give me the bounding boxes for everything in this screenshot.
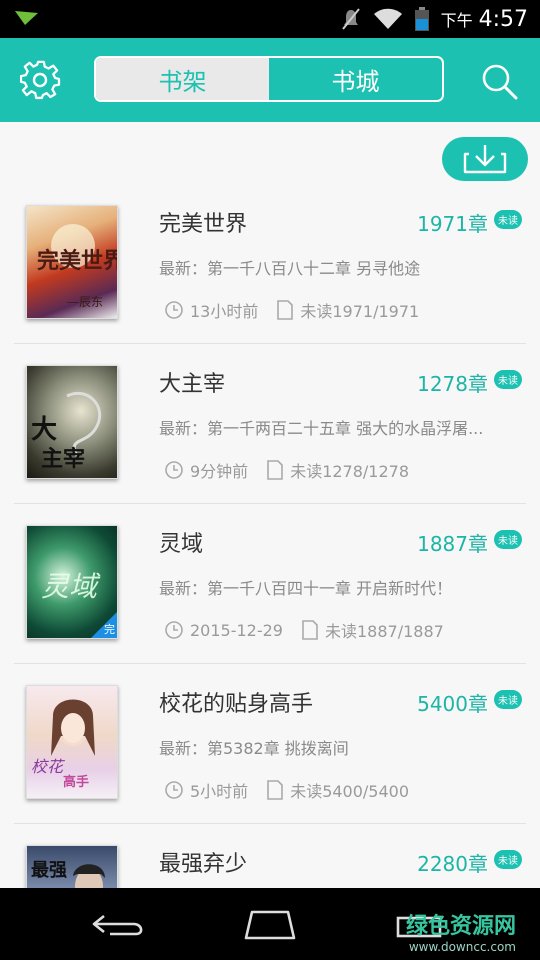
read-progress: 未读1278/1278 [290,462,410,481]
search-icon [482,64,518,100]
status-bar: 下午 4:57 [0,0,540,38]
update-time-text: 13小时前 [190,302,259,321]
clock-icon [165,461,183,479]
wifi-icon [373,8,402,29]
clock-icon [165,301,183,319]
book-cover[interactable]: 大 主宰 [26,365,118,479]
book-item[interactable]: 最强 最强弃少 2280章 未读 [14,824,526,888]
page-icon [267,780,283,800]
book-cover[interactable]: 完美世界 —辰东 [26,205,118,319]
search-button[interactable] [478,60,520,102]
svg-text:高手: 高手 [63,774,89,790]
book-cover[interactable]: 灵域 完 [26,525,118,639]
cover-art: 最强 [31,860,105,888]
book-item[interactable]: 灵域 完 灵域 1887章 未读 最新：第一千八百四十一章 开启新时代！ 201… [14,504,526,664]
svg-text:主宰: 主宰 [41,446,85,472]
book-item[interactable]: 校花 高手 校花的贴身高手 5400章 未读 最新：第5382章 挑拨离间 5小… [14,664,526,824]
svg-text:灵域: 灵域 [41,570,101,603]
download-button[interactable] [442,137,528,181]
book-cover[interactable]: 校花 高手 [26,685,118,799]
update-time-text: 5小时前 [190,782,249,801]
system-nav-bar: 绿色资源网 www.downcc.com [0,888,540,960]
unread-badge: 未读 [494,530,522,549]
book-list: 完美世界 —辰东 完美世界 1971章 未读 最新：第一千八百八十二章 另寻他途… [0,184,540,888]
chapter-count: 2280章 [417,852,488,876]
svg-text:完美世界: 完美世界 [37,248,118,274]
unread-badge: 未读 [494,850,522,869]
read-progress: 未读5400/5400 [290,782,410,801]
page-icon [302,620,318,640]
svg-text:校花: 校花 [31,757,66,776]
back-button[interactable] [92,910,146,942]
tab-bookstore[interactable]: 书城 [269,58,442,100]
book-item[interactable]: 大 主宰 大主宰 1278章 未读 最新：第一千两百二十五章 强大的水晶浮屠..… [14,344,526,504]
status-ampm: 下午 [440,11,473,30]
svg-text:—辰东: —辰东 [67,295,103,309]
tab-bookshelf[interactable]: 书架 [96,58,269,100]
notification-icon [15,11,38,25]
bookshelf-content: 完美世界 —辰东 完美世界 1971章 未读 最新：第一千八百八十二章 另寻他途… [0,122,540,888]
page-icon [277,300,294,320]
battery-icon [414,7,429,31]
cover-art: 完美世界 —辰东 [37,224,118,309]
mute-icon [341,8,360,30]
chapter-count: 1278章 [417,372,488,396]
update-time-text: 2015-12-29 [190,620,283,640]
update-time: 9分钟前 未读1278/1278 [164,458,409,482]
svg-text:大: 大 [31,415,57,445]
segmented-tabs: 书架 书城 [94,56,444,102]
latest-chapter: 最新：第一千两百二十五章 强大的水晶浮屠... [159,419,484,438]
clock-icon [165,781,183,799]
unread-badge: 未读 [494,690,522,709]
latest-chapter: 最新：第一千八百八十二章 另寻他途 [159,259,421,278]
download-icon [463,145,507,174]
watermark: 绿色资源网 www.downcc.com [406,908,516,954]
unread-badge: 未读 [494,370,522,389]
book-title: 大主宰 [159,372,226,397]
unread-badge: 未读 [494,210,522,229]
update-time: 2015-12-29 未读1887/1887 [164,618,444,642]
gear-icon [19,60,61,100]
page-icon [267,460,283,480]
home-icon [244,910,296,940]
cover-art: 大 主宰 [31,391,102,472]
status-right: 下午 4:57 [341,0,528,38]
app-header: 书架 书城 [0,38,540,122]
back-icon [92,914,143,936]
book-title: 校花的贴身高手 [159,692,314,717]
read-progress: 未读1887/1887 [324,622,444,641]
book-cover[interactable]: 最强 [26,845,118,888]
clock-icon [165,621,183,639]
book-title: 最强弃少 [159,852,248,877]
status-time: 4:57 [478,6,528,32]
cover-art: 校花 高手 [31,699,95,790]
chapter-count: 1971章 [417,212,488,236]
home-button[interactable] [240,908,300,944]
chapter-count: 1887章 [417,532,488,556]
latest-chapter: 最新：第一千八百四十一章 开启新时代！ [159,579,453,598]
watermark-main: 绿色资源网 [405,914,516,939]
update-time-text: 9分钟前 [190,462,249,481]
completed-label: 完 [104,623,115,636]
book-title: 灵域 [159,532,204,557]
watermark-sub: www.downcc.com [408,940,516,954]
chapter-count: 5400章 [417,692,488,716]
svg-text:最强: 最强 [31,860,67,881]
update-time: 13小时前 未读1971/1971 [164,298,419,322]
read-progress: 未读1971/1971 [300,302,420,321]
book-title: 完美世界 [159,212,248,237]
update-time: 5小时前 未读5400/5400 [164,778,409,802]
settings-button[interactable] [19,60,62,102]
latest-chapter: 最新：第5382章 挑拨离间 [159,739,349,758]
book-item[interactable]: 完美世界 —辰东 完美世界 1971章 未读 最新：第一千八百八十二章 另寻他途… [14,184,526,344]
